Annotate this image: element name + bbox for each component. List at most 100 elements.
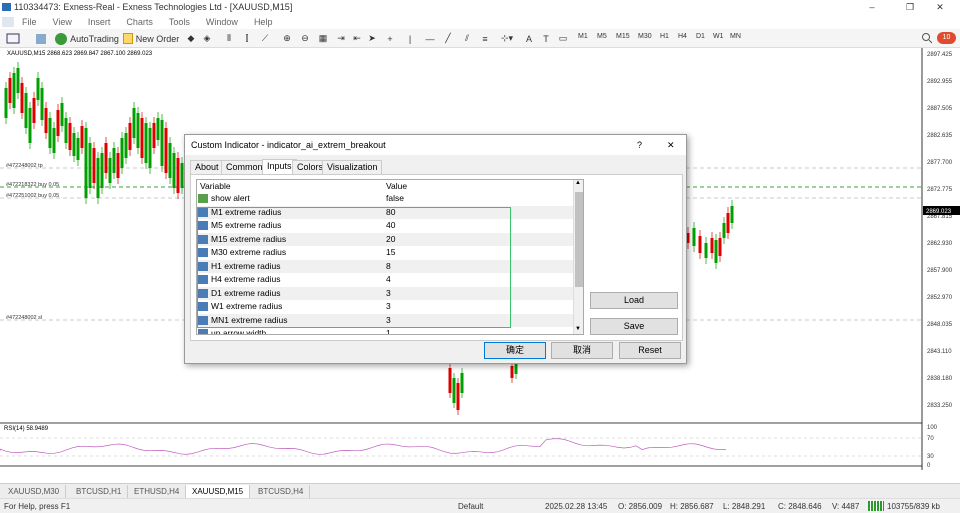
price-tick-label: 2872.775 — [927, 187, 953, 193]
search-icon[interactable] — [921, 32, 933, 44]
tab-visualization[interactable]: Visualization — [322, 160, 383, 174]
param-value[interactable]: 3 — [386, 300, 391, 314]
candle-body — [132, 108, 136, 138]
param-row[interactable]: H4 extreme radius 4 — [197, 273, 573, 287]
candle-body — [108, 158, 112, 183]
horizontal-line-icon[interactable]: — — [424, 31, 436, 46]
timeframe-h1[interactable]: H1 — [660, 33, 669, 40]
restore-button[interactable]: ❐ — [900, 0, 920, 14]
param-value[interactable]: 8 — [386, 260, 391, 274]
param-row[interactable]: H1 extreme radius 8 — [197, 259, 573, 274]
reset-button[interactable]: Reset — [619, 342, 681, 359]
minimize-button[interactable]: – — [862, 0, 882, 14]
timeframe-m1[interactable]: M1 — [578, 33, 588, 40]
param-row[interactable]: M15 extreme radius 20 — [197, 232, 573, 247]
shapes-icon[interactable]: ⊹▾ — [498, 31, 516, 46]
menu-charts[interactable]: Charts — [118, 17, 161, 27]
candle-body — [52, 128, 56, 153]
candle-body — [456, 383, 460, 410]
scroll-thumb[interactable] — [575, 192, 583, 287]
param-row[interactable]: M5 extreme radius 40 — [197, 219, 573, 233]
text-label-icon[interactable]: A — [522, 31, 536, 46]
menu-help[interactable]: Help — [246, 17, 281, 27]
param-row[interactable]: W1 extreme radius 3 — [197, 300, 573, 314]
param-row[interactable]: M1 extreme radius 80 — [197, 205, 573, 220]
param-value[interactable]: 3 — [386, 314, 391, 328]
tab-about[interactable]: About — [190, 160, 224, 174]
strategy-tester-icon[interactable]: ◆ — [184, 31, 198, 46]
fibonacci-icon[interactable]: ≡ — [478, 31, 492, 46]
zoom-in-icon[interactable]: ⊕ — [280, 31, 294, 46]
tab-common[interactable]: Common — [221, 160, 268, 174]
market-watch-icon[interactable] — [34, 31, 48, 46]
timeframe-w1[interactable]: W1 — [713, 33, 724, 40]
candle-body — [20, 83, 24, 113]
param-value[interactable]: 3 — [386, 287, 391, 301]
trendline-icon[interactable]: ╱ — [442, 31, 454, 46]
autotrading-button[interactable]: AutoTrading — [52, 31, 122, 46]
params-scrollbar[interactable]: ▲ ▼ — [573, 180, 583, 334]
candle-body — [28, 108, 32, 143]
candlestick-icon[interactable]: ⫿ — [240, 31, 254, 46]
load-button[interactable]: Load — [590, 292, 678, 309]
order-line-label: #472218322 buy 0.05 — [6, 182, 59, 188]
history-icon[interactable]: ◈ — [200, 31, 214, 46]
timeframe-m5[interactable]: M5 — [597, 33, 607, 40]
tab-btcusd-h1[interactable]: BTCUSD,H1 — [70, 485, 129, 498]
timeframe-h4[interactable]: H4 — [678, 33, 687, 40]
ok-button[interactable]: 确定 — [484, 342, 546, 359]
param-value[interactable]: 80 — [386, 206, 395, 220]
timeframe-m30[interactable]: M30 — [638, 33, 652, 40]
line-chart-icon[interactable]: ⟋ — [258, 31, 272, 46]
tab-xauusd-m15[interactable]: XAUUSD,M15 — [186, 485, 251, 498]
param-value[interactable]: 40 — [386, 219, 395, 233]
menu-window[interactable]: Window — [198, 17, 246, 27]
candle-body — [714, 240, 718, 263]
scroll-down-icon[interactable]: ▼ — [575, 326, 581, 332]
cursor-icon[interactable]: ➤ — [366, 31, 378, 46]
param-row[interactable]: MN1 extreme radius 3 — [197, 313, 573, 328]
channel-icon[interactable]: ⫽ — [460, 31, 474, 46]
timeframe-d1[interactable]: D1 — [696, 33, 705, 40]
param-value[interactable]: 20 — [386, 233, 395, 247]
save-button[interactable]: Save — [590, 318, 678, 335]
close-window-button[interactable]: ✕ — [930, 0, 950, 14]
autotrading-label: AutoTrading — [70, 33, 119, 44]
text-tool-icon[interactable]: T — [540, 31, 552, 46]
candle-body — [704, 243, 708, 258]
timeframe-m15[interactable]: M15 — [616, 33, 630, 40]
param-value[interactable]: 15 — [386, 246, 395, 260]
menu-tools[interactable]: Tools — [161, 17, 198, 27]
autoscroll-icon[interactable]: ⇥ — [334, 31, 348, 46]
new-chart-icon[interactable] — [4, 31, 22, 46]
menu-view[interactable]: View — [45, 17, 80, 27]
new-order-button[interactable]: New Order — [122, 31, 180, 46]
menu-file[interactable]: File — [14, 17, 45, 27]
tab-btcusd-h4[interactable]: BTCUSD,H4 — [252, 485, 311, 498]
param-row[interactable]: show alert false — [197, 192, 573, 206]
param-row[interactable]: D1 extreme radius 3 — [197, 286, 573, 301]
tab-xauusd-m30[interactable]: XAUUSD,M30 — [2, 485, 67, 498]
timeframe-mn[interactable]: MN — [730, 33, 741, 40]
vertical-line-icon[interactable]: | — [404, 31, 416, 46]
menu-insert[interactable]: Insert — [80, 17, 119, 27]
param-value[interactable]: false — [386, 192, 404, 206]
param-row[interactable]: M30 extreme radius 15 — [197, 246, 573, 260]
periods-icon[interactable]: ▭ — [556, 31, 570, 46]
cancel-button[interactable]: 取消 — [551, 342, 613, 359]
chart-shift-icon[interactable]: ⇤ — [350, 31, 364, 46]
zoom-out-icon[interactable]: ⊖ — [298, 31, 312, 46]
notification-badge[interactable]: 10 — [937, 32, 956, 44]
param-value[interactable]: 1 — [386, 327, 391, 334]
price-tick-label: 2852.970 — [927, 295, 953, 301]
dialog-help-button[interactable]: ? — [637, 135, 642, 155]
param-row[interactable]: up arrow width 1 — [197, 327, 573, 334]
bar-chart-icon[interactable]: ⫴ — [222, 31, 236, 46]
dialog-close-button[interactable]: ✕ — [667, 135, 675, 155]
candle-body — [76, 138, 80, 160]
scroll-up-icon[interactable]: ▲ — [575, 180, 581, 186]
crosshair-icon[interactable]: + — [384, 31, 396, 46]
tab-ethusd-h4[interactable]: ETHUSD,H4 — [128, 485, 187, 498]
tile-windows-icon[interactable]: ▦ — [316, 31, 330, 46]
param-value[interactable]: 4 — [386, 273, 391, 287]
